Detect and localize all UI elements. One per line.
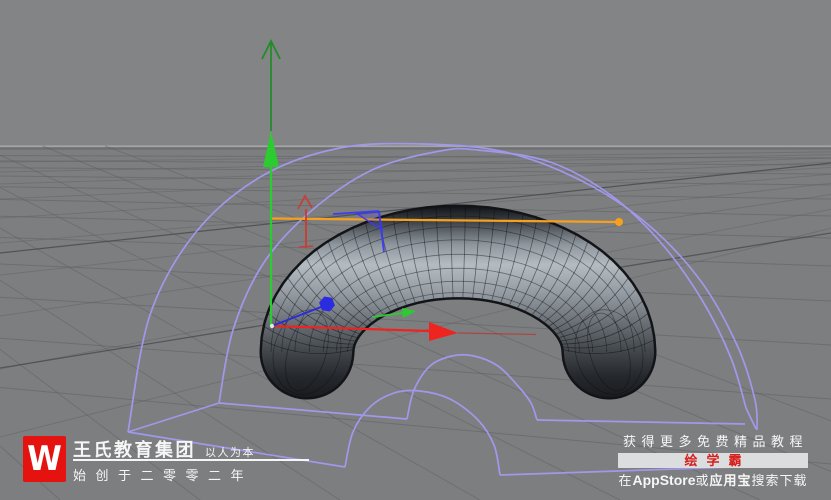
company-slogan: 以人为本 [205, 447, 255, 459]
viewport-3d[interactable] [0, 0, 831, 500]
sky [0, 0, 831, 147]
promo-text: 获得更多免费精品教程 [623, 434, 809, 449]
logo-letter: W [27, 439, 62, 479]
dl-suffix: 搜索下载 [751, 473, 808, 488]
dl-store: AppStore [632, 472, 696, 488]
download-text: 在AppStore或应用宝搜索下载 [618, 470, 808, 489]
dl-or: 或 [695, 473, 710, 488]
watermark-left-text: 王氏教育集团 以人为本 始创于二零零二年 [73, 436, 309, 484]
measure-endpoint-handle[interactable] [615, 218, 623, 226]
brand-badge: 绘学霸 [618, 453, 808, 468]
watermark-right: 获得更多免费精品教程 绘学霸 在AppStore或应用宝搜索下载 [618, 431, 808, 489]
wang-education-logo-icon: W [23, 436, 66, 482]
dl-prefix: 在 [618, 473, 633, 488]
watermark-left: W 王氏教育集团 以人为本 始创于二零零二年 [23, 436, 309, 484]
viewport-window: W 王氏教育集团 以人为本 始创于二零零二年 获得更多免费精品教程 绘学霸 在A… [0, 0, 831, 500]
dl-app: 应用宝 [709, 473, 752, 488]
divider-line [73, 459, 309, 461]
brand-name: 绘学霸 [684, 453, 751, 468]
company-since: 始创于二零零二年 [73, 468, 254, 483]
gizmo-origin-dot[interactable] [269, 323, 275, 329]
